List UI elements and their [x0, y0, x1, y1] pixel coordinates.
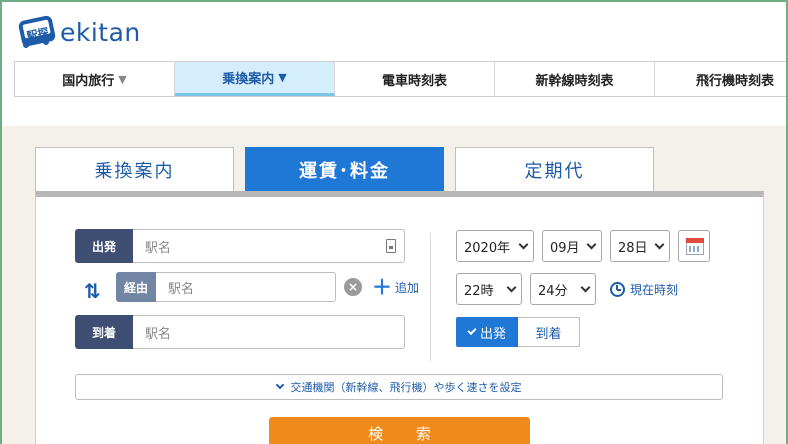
nav-item-label: 新幹線時刻表: [535, 73, 614, 89]
tab-commuter-pass[interactable]: 定期代: [455, 147, 654, 191]
chevron-down-icon: [580, 282, 591, 292]
chevron-down-icon: [518, 239, 529, 249]
depart-mode-button[interactable]: 出発: [456, 317, 518, 347]
arrival-placeholder: 駅名: [145, 326, 172, 342]
search-panel: 出発 駅名 ⇅ 経由 駅名 × ＋ 追加 到着 駅名 2020年 09月 28日…: [35, 191, 764, 444]
nav-item-train-timetable[interactable]: 電車時刻表: [335, 62, 495, 96]
arrive-mode-label: 到着: [535, 326, 562, 342]
nav-item-label: 国内旅行: [62, 73, 115, 89]
via-row: 経由 駅名 × ＋ 追加: [116, 272, 419, 302]
arrival-label: 到着: [75, 315, 133, 349]
chevron-down-icon: [586, 239, 597, 249]
month-select[interactable]: 09月: [542, 230, 602, 262]
departure-label: 出発: [75, 229, 133, 263]
nav-item-transfer[interactable]: 乗換案内 ▼: [175, 62, 335, 96]
site-header: 駅探 ekitan 国内旅行 ▼ 乗換案内 ▼ 電車時刻表 新幹線時刻表 飛行機時刻…: [2, 2, 786, 126]
via-label: 経由: [116, 272, 156, 302]
tab-transfer[interactable]: 乗換案内: [35, 147, 234, 191]
minute-value: 24分: [538, 283, 568, 299]
current-time-link[interactable]: 現在時刻: [630, 281, 678, 298]
hour-select[interactable]: 22時: [456, 273, 522, 305]
day-value: 28日: [618, 240, 648, 256]
browser-viewport: 駅探 ekitan 国内旅行 ▼ 乗換案内 ▼ 電車時刻表 新幹線時刻表 飛行機時刻…: [0, 0, 788, 444]
clock-icon[interactable]: [610, 281, 625, 297]
station-list-icon[interactable]: [386, 239, 396, 253]
year-value: 2020年: [464, 240, 511, 256]
date-row: 2020年 09月 28日: [456, 230, 710, 262]
nav-item-label: 電車時刻表: [381, 73, 447, 89]
year-select[interactable]: 2020年: [456, 230, 534, 262]
search-tabs: 乗換案内 運賃･料金 定期代: [35, 147, 665, 191]
nav-item-shinkansen-timetable[interactable]: 新幹線時刻表: [495, 62, 655, 96]
site-logo[interactable]: 駅探 ekitan: [14, 12, 141, 52]
check-icon: [467, 325, 477, 336]
mode-segment: 出発 到着: [456, 317, 580, 347]
hour-value: 22時: [464, 283, 494, 299]
day-select[interactable]: 28日: [610, 230, 670, 262]
triangle-down-icon: ▼: [118, 72, 127, 86]
depart-arrive-toggle: 出発 到着: [456, 317, 580, 347]
tab-fare[interactable]: 運賃･料金: [245, 147, 444, 191]
nav-item-flight-timetable[interactable]: 飛行機時刻表: [655, 62, 786, 96]
search-button[interactable]: 検 索: [269, 417, 530, 444]
minute-select[interactable]: 24分: [530, 273, 596, 305]
clear-via-icon[interactable]: ×: [344, 278, 362, 296]
calendar-icon[interactable]: [678, 230, 710, 262]
column-divider: [430, 233, 431, 361]
arrival-row: 到着 駅名: [75, 315, 405, 349]
nav-item-domestic-travel[interactable]: 国内旅行 ▼: [15, 62, 175, 96]
chevron-down-icon: [654, 239, 665, 249]
plus-icon[interactable]: ＋: [372, 277, 392, 297]
nav-item-label: 飛行機時刻表: [695, 73, 774, 89]
nav-item-label: 乗換案内: [222, 72, 275, 87]
via-placeholder: 駅名: [168, 281, 195, 297]
advanced-settings-label: 交通機関（新幹線、飛行機）や歩く速さを設定: [290, 381, 522, 394]
arrive-mode-button[interactable]: 到着: [518, 317, 580, 347]
advanced-settings-button[interactable]: 交通機関（新幹線、飛行機）や歩く速さを設定: [75, 374, 723, 400]
depart-mode-label: 出発: [479, 326, 506, 342]
departure-input[interactable]: 駅名: [133, 229, 405, 263]
swap-stations-icon[interactable]: ⇅: [84, 279, 101, 303]
global-nav: 国内旅行 ▼ 乗換案内 ▼ 電車時刻表 新幹線時刻表 飛行機時刻表: [14, 61, 786, 97]
via-input[interactable]: 駅名: [156, 272, 336, 302]
train-logo-icon: 駅探: [14, 12, 58, 52]
time-row: 22時 24分 現在時刻: [456, 273, 678, 305]
brand-name: ekitan: [60, 17, 141, 47]
chevron-down-icon: [275, 380, 284, 390]
triangle-down-icon: ▼: [278, 71, 287, 84]
add-via-button[interactable]: 追加: [395, 279, 419, 296]
arrival-input[interactable]: 駅名: [133, 315, 405, 349]
chevron-down-icon: [506, 282, 517, 292]
departure-placeholder: 駅名: [145, 240, 172, 256]
departure-row: 出発 駅名: [75, 229, 405, 263]
month-value: 09月: [550, 240, 580, 256]
